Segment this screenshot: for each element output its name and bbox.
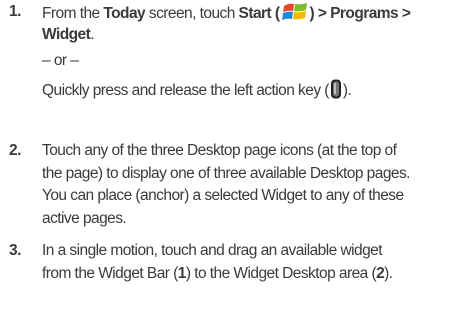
text-run: . <box>90 25 94 43</box>
callout-number: 2 <box>376 264 385 282</box>
step-line: In a single motion, touch and drag an av… <box>42 242 383 259</box>
or-separator: – or – <box>42 52 79 69</box>
step-line: Quickly press and release the left actio… <box>42 79 462 102</box>
step-number: 3. <box>9 242 21 259</box>
text-run: From the <box>42 5 104 22</box>
text-run: ). <box>384 264 393 282</box>
manual-page: 1. From the Today screen, touch Start ( … <box>0 0 470 323</box>
start-label: Start <box>238 5 272 22</box>
open-paren: ( <box>271 5 280 22</box>
text-run: ). <box>342 81 352 99</box>
step-line: You can place (anchor) a selected Widget… <box>42 187 404 204</box>
step-line: active pages. <box>42 209 127 227</box>
programs-path: ) > Programs > <box>309 5 411 22</box>
step-body: In a single motion, touch and drag an av… <box>42 240 462 285</box>
step-line: Widget. <box>42 24 462 47</box>
text-run: from the Widget Bar ( <box>42 264 178 282</box>
step-body: Touch any of the three Desktop page icon… <box>42 140 462 230</box>
step-body: From the Today screen, touch Start ( ) >… <box>42 1 462 101</box>
step-number: 1. <box>9 3 21 20</box>
text-run: screen, touch <box>145 5 239 22</box>
step-line: from the Widget Bar (1) to the Widget De… <box>42 263 462 286</box>
step-line: From the Today screen, touch Start ( ) >… <box>42 1 462 24</box>
windows-start-icon <box>281 1 309 31</box>
left-action-key-icon <box>330 79 342 107</box>
widget-label: Widget <box>42 25 91 43</box>
callout-number: 1 <box>177 264 187 282</box>
step-line: Touch any of the three Desktop page icon… <box>42 142 397 159</box>
text-run: Quickly press and release the left actio… <box>42 81 329 99</box>
step-line: the page) to display one of three availa… <box>42 164 410 182</box>
step-number: 2. <box>9 142 21 159</box>
text-run: ) to the Widget Desktop area ( <box>185 264 377 282</box>
today-label: Today <box>103 5 146 22</box>
